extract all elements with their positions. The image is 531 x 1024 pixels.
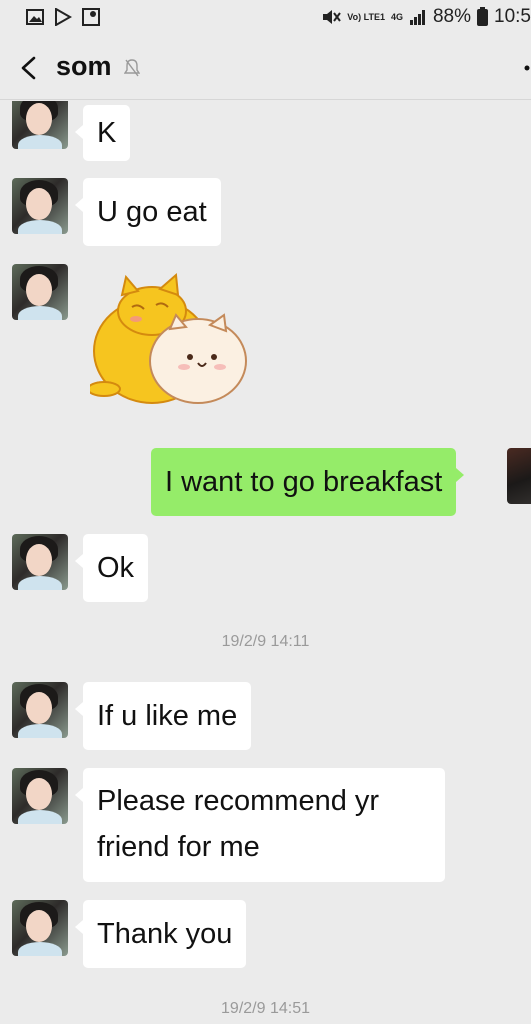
message-timestamp: 19/2/9 14:51	[221, 1000, 310, 1017]
mute-notifications-icon	[124, 59, 140, 77]
contact-name: som	[56, 51, 112, 81]
my-avatar[interactable]	[507, 448, 531, 504]
more-options-icon[interactable]	[523, 64, 531, 72]
message-bubble[interactable]: Ok	[74, 534, 149, 602]
battery-icon	[477, 6, 489, 26]
battery-percent: 88%	[432, 6, 472, 27]
signal-icon	[409, 10, 425, 25]
back-arrow-icon[interactable]	[14, 52, 44, 84]
mute-speaker-icon	[323, 10, 342, 24]
contact-avatar[interactable]	[12, 101, 68, 149]
message-bubble[interactable]: If u like me	[74, 682, 252, 750]
status-bar: Vo) LTE1 4G 88% 10:5	[0, 0, 531, 36]
contact-avatar[interactable]	[12, 682, 68, 738]
message-bubble[interactable]: Please recommend yr friend for me	[75, 768, 445, 882]
chat-header: som	[0, 36, 531, 100]
maps-icon	[82, 8, 100, 26]
notification-icons	[26, 8, 100, 26]
system-status: Vo) LTE1 4G 88% 10:5	[321, 6, 531, 28]
message-bubble[interactable]: K	[74, 105, 131, 161]
message-timestamp: 19/2/9 14:11	[221, 633, 310, 650]
network-type: 4G	[390, 11, 403, 22]
contact-avatar[interactable]	[12, 768, 68, 824]
my-message-bubble[interactable]: I want to go breakfast	[151, 448, 465, 516]
play-store-icon	[55, 8, 72, 26]
cat-hug-sticker[interactable]	[90, 271, 250, 411]
message-bubble[interactable]: Thank you	[74, 900, 247, 968]
contact-avatar[interactable]	[12, 178, 68, 234]
contact-avatar[interactable]	[12, 900, 68, 956]
contact-avatar[interactable]	[12, 264, 68, 320]
message-bubble[interactable]: U go eat	[75, 178, 221, 246]
message-list[interactable]: K U go eat I want to go breakfast Ok 19/	[0, 101, 531, 1024]
clock: 10:5	[494, 6, 531, 27]
contact-avatar[interactable]	[12, 534, 68, 590]
gallery-icon	[26, 9, 44, 25]
volte-label: Vo) LTE1	[347, 11, 385, 22]
